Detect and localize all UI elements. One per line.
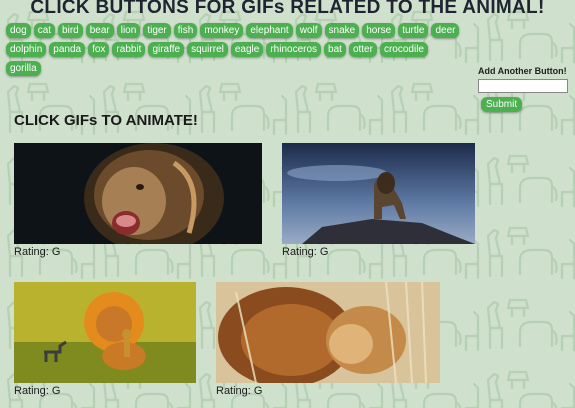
animal-button-elephant[interactable]: elephant bbox=[246, 23, 293, 38]
animal-button-otter[interactable]: otter bbox=[348, 42, 377, 57]
animal-button-cat[interactable]: cat bbox=[33, 23, 56, 38]
animal-button-squirrel[interactable]: squirrel bbox=[187, 42, 228, 57]
gif-rating: Rating: G bbox=[14, 385, 61, 397]
animal-button-bat[interactable]: bat bbox=[324, 42, 346, 57]
animal-button-snake[interactable]: snake bbox=[324, 23, 360, 38]
animal-button-dog[interactable]: dog bbox=[6, 23, 31, 38]
gif-section-heading: CLICK GIFs TO ANIMATE! bbox=[14, 112, 198, 129]
animal-button-eagle[interactable]: eagle bbox=[230, 42, 264, 57]
animal-button-bear[interactable]: bear bbox=[85, 23, 114, 38]
animal-button-rabbit[interactable]: rabbit bbox=[112, 42, 146, 57]
gif-rating: Rating: G bbox=[14, 246, 61, 258]
gif-card: Rating: G bbox=[282, 143, 475, 258]
lion-gif-rock[interactable] bbox=[282, 143, 475, 244]
add-button-label: Add Another Button! bbox=[478, 66, 567, 76]
gif-rating: Rating: G bbox=[216, 385, 263, 397]
animal-button-fish[interactable]: fish bbox=[173, 23, 198, 38]
animal-button-turtle[interactable]: turtle bbox=[398, 23, 429, 38]
animal-button-bird[interactable]: bird bbox=[58, 23, 83, 38]
animal-button-tiger[interactable]: tiger bbox=[143, 23, 171, 38]
animal-button-dolphin[interactable]: dolphin bbox=[6, 42, 47, 57]
gif-card: Rating: G bbox=[216, 282, 440, 397]
animal-button-panda[interactable]: panda bbox=[49, 42, 86, 57]
add-button-form: Add Another Button! Submit bbox=[478, 66, 570, 112]
animal-button-deer[interactable]: deer bbox=[431, 23, 460, 38]
new-animal-input[interactable] bbox=[478, 79, 568, 93]
lion-gif-roaring[interactable] bbox=[14, 143, 262, 244]
animal-button-lion[interactable]: lion bbox=[116, 23, 141, 38]
gif-rating: Rating: G bbox=[282, 246, 329, 258]
page-title: CLICK BUTTONS FOR GIFs RELATED TO THE AN… bbox=[30, 0, 545, 18]
animal-button-list: dog cat bird bear lion tiger fish monkey elephan… bbox=[6, 23, 468, 80]
animal-button-monkey[interactable]: monkey bbox=[200, 23, 244, 38]
gif-card: Rating: G bbox=[14, 143, 262, 258]
submit-button[interactable]: Submit bbox=[481, 97, 523, 112]
animal-button-crocodile[interactable]: crocodile bbox=[379, 42, 428, 57]
animal-button-giraffe[interactable]: giraffe bbox=[148, 42, 185, 57]
animal-button-rhinoceros[interactable]: rhinoceros bbox=[266, 42, 322, 57]
lion-gif-cub[interactable] bbox=[14, 282, 196, 383]
animal-button-horse[interactable]: horse bbox=[362, 23, 396, 38]
animal-button-gorilla[interactable]: gorilla bbox=[6, 61, 41, 76]
gif-card: Rating: G bbox=[14, 282, 196, 397]
animal-button-fox[interactable]: fox bbox=[88, 42, 110, 57]
lion-gif-nuzzling[interactable] bbox=[216, 282, 440, 383]
animal-button-wolf[interactable]: wolf bbox=[295, 23, 322, 38]
